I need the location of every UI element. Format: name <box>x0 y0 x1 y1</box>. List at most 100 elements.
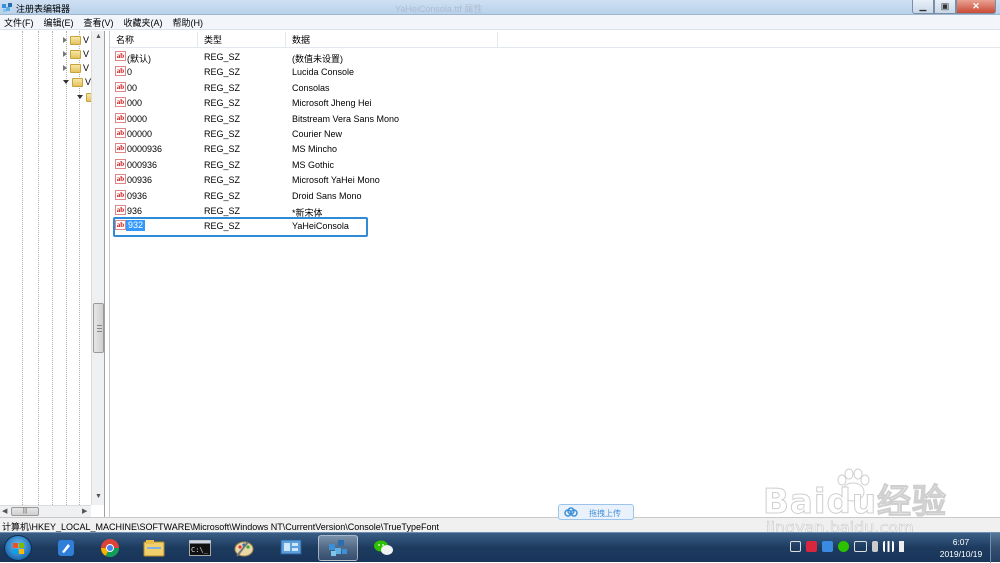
value-type: REG_SZ <box>204 98 241 109</box>
string-value-icon: ab <box>115 66 126 77</box>
value-data: Lucida Console <box>292 67 355 78</box>
value-row[interactable]: ab 00 REG_SZ Consolas <box>110 80 1000 95</box>
value-row[interactable]: ab 0000936 REG_SZ MS Mincho <box>110 141 1000 156</box>
taskbar-app-button[interactable] <box>224 535 264 561</box>
string-value-icon: ab <box>115 81 126 92</box>
control-panel-icon <box>280 539 302 555</box>
scroll-right-icon[interactable]: ▶ <box>82 507 87 515</box>
column-header-name[interactable]: 名称 <box>110 32 198 48</box>
string-value-icon: ab <box>115 128 126 138</box>
scroll-left-icon[interactable]: ◀ <box>2 507 7 515</box>
tree-node[interactable]: V <box>63 76 91 88</box>
taskbar-app-button[interactable] <box>46 535 86 561</box>
value-row[interactable]: ab 936 REG_SZ *新宋体 <box>110 203 1000 218</box>
menu-favorites[interactable]: 收藏夹(A) <box>124 16 163 29</box>
tree-guide-line <box>52 31 53 505</box>
taskbar: C:\_ 6:07 2019/10/19 <box>0 532 1000 563</box>
value-row[interactable]: ab 00936 REG_SZ Microsoft YaHei Mono <box>110 172 1000 187</box>
clock-time: 6:07 <box>952 537 970 547</box>
title-bar: 注册表编辑器 YaHeiConsola.ttf 属性 ▁ ▣ ✕ <box>0 0 1000 15</box>
taskbar-app-button[interactable] <box>364 535 404 561</box>
taskbar-app-button[interactable]: C:\_ <box>180 535 220 561</box>
sogou-icon[interactable] <box>806 541 817 552</box>
cmd-icon: C:\_ <box>189 540 211 556</box>
collapse-arrow-icon[interactable] <box>77 95 83 99</box>
collapse-arrow-icon[interactable] <box>63 80 69 84</box>
grip-line <box>97 328 102 329</box>
tree-node[interactable]: V <box>63 34 89 46</box>
grip-line <box>97 325 102 326</box>
clock[interactable]: 6:07 2019/10/19 <box>936 536 986 560</box>
usb-icon[interactable] <box>872 541 878 552</box>
value-name: 00936 <box>127 175 153 186</box>
column-header-data[interactable]: 数据 <box>286 32 498 48</box>
value-row[interactable]: ab 0936 REG_SZ Droid Sans Mono <box>110 188 1000 203</box>
wechat-tray-icon[interactable] <box>838 541 849 552</box>
value-type: REG_SZ <box>204 52 241 62</box>
keyboard-icon[interactable] <box>854 541 867 552</box>
explorer-icon <box>143 540 165 557</box>
show-desktop-button[interactable] <box>990 533 1000 563</box>
tree-node[interactable]: V <box>63 62 89 74</box>
window-icon[interactable] <box>790 541 801 552</box>
wechat-icon <box>374 540 393 555</box>
upload-button[interactable]: 拖拽上传 <box>558 504 634 520</box>
value-row[interactable]: ab 000 REG_SZ Microsoft Jheng Hei <box>110 95 1000 110</box>
value-data: MS Mincho <box>292 144 338 155</box>
grip-line <box>97 331 102 332</box>
value-type: REG_SZ <box>204 67 241 78</box>
registry-tree[interactable]: V V V V ▲ ▼ ◀ ||| ▶ <box>0 31 105 517</box>
taskbar-app-button-active[interactable] <box>318 535 358 561</box>
value-row[interactable]: ab 00000 REG_SZ Courier New <box>110 126 1000 141</box>
value-name: 936 <box>127 206 143 216</box>
expand-arrow-icon[interactable] <box>63 51 67 57</box>
value-name: 00 <box>127 82 138 93</box>
value-row[interactable]: ab 000936 REG_SZ MS Gothic <box>110 157 1000 172</box>
value-row[interactable]: ab 0000 REG_SZ Bitstream Vera Sans Mono <box>110 111 1000 126</box>
scroll-down-icon[interactable]: ▼ <box>95 493 102 500</box>
taskbar-app-button[interactable] <box>271 535 311 561</box>
tree-guide-line <box>66 31 67 505</box>
value-data: Consolas <box>292 82 330 93</box>
start-button[interactable] <box>4 535 32 561</box>
pen-app-icon <box>58 540 74 556</box>
volume-icon[interactable] <box>899 541 908 552</box>
tree-horizontal-scrollbar[interactable]: ◀ ||| ▶ <box>0 505 91 517</box>
scroll-thumb[interactable]: ||| <box>11 507 39 516</box>
value-data: (数值未设置) <box>292 54 343 64</box>
taskbar-app-button[interactable] <box>134 535 174 561</box>
menu-view[interactable]: 查看(V) <box>84 16 114 29</box>
signal-icon[interactable] <box>883 541 894 552</box>
menu-help[interactable]: 帮助(H) <box>173 16 204 29</box>
values-list[interactable]: 名称 类型 数据 ab (默认) REG_SZ (数值未设置) ab 0 REG… <box>109 31 1000 517</box>
menu-edit[interactable]: 编辑(E) <box>44 16 74 29</box>
value-data: Microsoft Jheng Hei <box>292 98 372 109</box>
app-icon[interactable] <box>822 541 833 552</box>
column-header-type[interactable]: 类型 <box>198 32 286 48</box>
value-name: 0 <box>127 67 133 78</box>
string-value-icon: ab <box>115 189 126 200</box>
value-name: 0000936 <box>127 144 163 155</box>
value-type: REG_SZ <box>204 190 241 201</box>
system-tray <box>790 541 908 552</box>
scroll-up-icon[interactable]: ▲ <box>95 33 102 40</box>
value-name: 0936 <box>127 190 148 201</box>
paint-icon <box>234 541 254 557</box>
value-row[interactable]: ab 0 REG_SZ Lucida Console <box>110 64 1000 79</box>
minimize-button[interactable]: ▁ <box>912 0 934 14</box>
value-type: REG_SZ <box>204 82 241 93</box>
taskbar-app-button[interactable] <box>90 535 130 561</box>
close-button[interactable]: ✕ <box>956 0 996 14</box>
string-value-icon: ab <box>115 205 126 215</box>
expand-arrow-icon[interactable] <box>63 37 67 43</box>
value-name: 0000 <box>127 113 148 124</box>
menu-file[interactable]: 文件(F) <box>4 16 34 29</box>
value-name: (默认) <box>127 54 151 64</box>
tree-node[interactable]: V <box>63 48 89 60</box>
maximize-button[interactable]: ▣ <box>934 0 956 14</box>
value-row[interactable]: ab (默认) REG_SZ (数值未设置) <box>110 49 1000 64</box>
scroll-thumb[interactable] <box>93 303 104 353</box>
expand-arrow-icon[interactable] <box>63 65 67 71</box>
tree-vertical-scrollbar[interactable]: ▲ ▼ <box>91 31 104 505</box>
string-value-icon: ab <box>115 174 126 185</box>
